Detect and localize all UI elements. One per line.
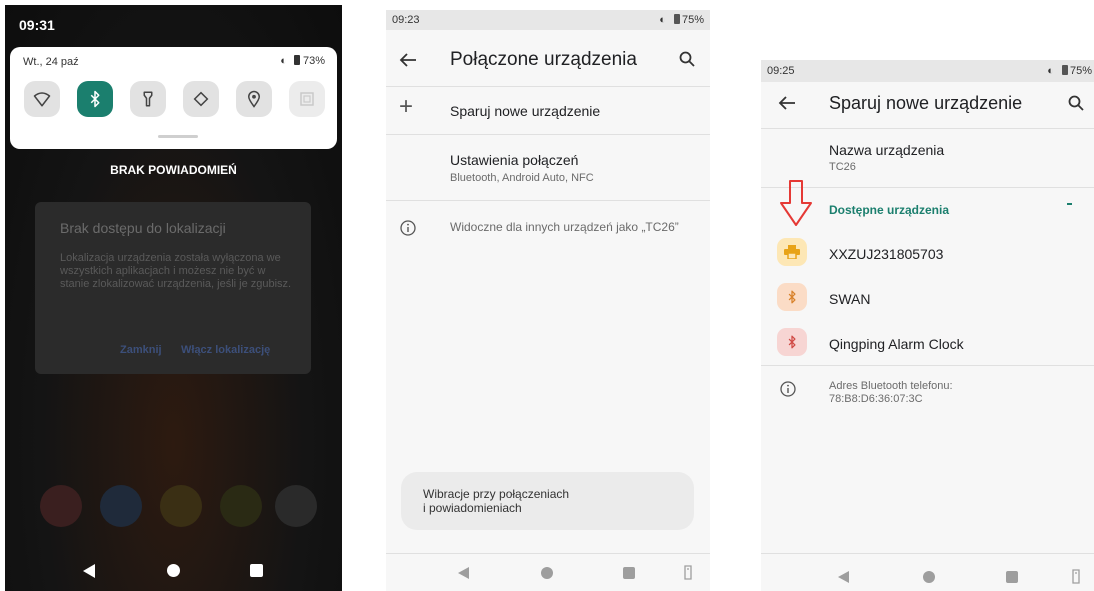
flashlight-tile[interactable] [130, 81, 166, 117]
qs-status: ◐ 73% [280, 55, 325, 67]
vibration-card[interactable]: Wibracje przy połączeniach i powiadomien… [401, 472, 694, 530]
vibrate-icon: ◐ [1047, 65, 1054, 77]
divider [761, 365, 1094, 366]
annotation-arrow-icon [780, 180, 812, 226]
flashlight-icon [143, 91, 153, 107]
enable-location-button[interactable]: Włącz lokalizację [181, 344, 270, 356]
home-icon[interactable] [541, 567, 553, 579]
rotate-icon[interactable] [683, 565, 693, 580]
qr-icon [300, 92, 314, 106]
divider [386, 553, 710, 554]
visible-as-text: Widoczne dla innych urządzeń jako „TC26” [450, 220, 679, 234]
rotate-icon[interactable] [1071, 569, 1081, 584]
messages-app-icon [220, 485, 262, 527]
battery-percent: 75% [1069, 65, 1092, 77]
device-row[interactable]: SWAN [761, 277, 1094, 319]
back-icon[interactable] [837, 570, 850, 584]
recents-icon[interactable] [623, 567, 635, 579]
close-button[interactable]: Zamknij [120, 344, 162, 356]
plus-icon: + [399, 93, 414, 120]
quick-settings-panel: Wt., 24 paź ◐ 73% [10, 47, 337, 149]
page-title: Sparuj nowe urządzenie [829, 93, 1023, 113]
rotate-icon [193, 91, 209, 107]
auto-rotate-tile[interactable] [183, 81, 219, 117]
bt-address: Adres Bluetooth telefonu: 78:B8:D6:36:07… [829, 380, 953, 406]
dialog-title: Brak dostępu do lokalizacji [60, 220, 226, 236]
wifi-icon [33, 92, 51, 107]
location-icon [247, 90, 261, 108]
battery-icon [1061, 65, 1068, 75]
vibration-line-2: i powiadomieniach [423, 501, 522, 515]
status-bar-time: 09:31 [19, 17, 55, 33]
back-arrow-icon[interactable] [399, 52, 417, 68]
drag-handle[interactable] [158, 135, 198, 138]
status-bar-time: 09:25 [767, 65, 795, 77]
device-name: Qingping Alarm Clock [829, 336, 964, 352]
battery-icon [673, 14, 680, 24]
home-icon[interactable] [167, 564, 180, 577]
scanning-progress-indicator [1067, 203, 1072, 205]
camera-app-icon [275, 485, 317, 527]
bt-address-value: 78:B8:D6:36:07:3C [829, 393, 923, 405]
dialog-body: Lokalizacja urządzenia została wyłączona… [60, 252, 292, 290]
device-name: SWAN [829, 291, 871, 307]
phone-screen-notification-shade: 09:31 Wt., 24 paź ◐ 73% BRAK POWIADOMIEŃ [5, 5, 342, 591]
recents-icon[interactable] [250, 564, 263, 577]
phone-screen-connected-devices: 09:23 ◐ 75% Połączone urządzenia + Sparu… [386, 10, 710, 591]
vibrate-icon: ◐ [280, 55, 287, 67]
connection-settings-subtitle: Bluetooth, Android Auto, NFC [450, 172, 594, 184]
nav-bar [5, 550, 342, 591]
home-icon[interactable] [923, 571, 935, 583]
device-name-value: TC26 [829, 161, 856, 173]
search-icon[interactable] [1068, 95, 1084, 111]
phone-screen-pair-new-device: 09:25 ◐ 75% Sparuj nowe urządzenie Nazwa… [761, 60, 1094, 591]
bt-address-label: Adres Bluetooth telefonu: [829, 380, 953, 392]
battery-percent: 75% [681, 14, 704, 26]
recents-icon[interactable] [1006, 571, 1018, 583]
divider [761, 553, 1094, 554]
device-row[interactable]: Qingping Alarm Clock [761, 322, 1094, 364]
vibrate-icon: ◐ [659, 14, 666, 26]
search-icon[interactable] [679, 51, 695, 67]
vibration-card-text: Wibracje przy połączeniach i powiadomien… [423, 487, 569, 515]
connection-settings-title: Ustawienia połączeń [450, 152, 579, 168]
bluetooth-icon [90, 90, 100, 108]
status-bar-right: ◐ 75% [659, 14, 704, 26]
connection-settings-item[interactable]: Ustawienia połączeń Bluetooth, Android A… [386, 135, 710, 200]
device-row[interactable]: XXZUJ231805703 [761, 232, 1094, 274]
status-bar-time: 09:23 [392, 14, 420, 26]
battery-percent: 73% [302, 55, 325, 67]
status-bar: 09:25 ◐ 75% [761, 60, 1094, 82]
back-arrow-icon[interactable] [778, 95, 796, 111]
location-dialog: Brak dostępu do lokalizacji Lokalizacja … [35, 202, 311, 374]
pair-new-device-item[interactable]: + Sparuj nowe urządzenie [386, 87, 710, 135]
bluetooth-icon [777, 283, 807, 311]
phone-app-icon [100, 485, 142, 527]
bluetooth-icon [777, 328, 807, 356]
printer-icon [777, 238, 807, 266]
back-icon[interactable] [457, 566, 470, 580]
info-icon [400, 220, 416, 236]
device-name-label: Nazwa urządzenia [829, 142, 945, 158]
bluetooth-tile[interactable] [77, 81, 113, 117]
location-tile[interactable] [236, 81, 272, 117]
pair-new-device-label: Sparuj nowe urządzenie [450, 103, 601, 119]
back-icon[interactable] [82, 563, 96, 579]
no-notifications-label: BRAK POWIADOMIEŃ [110, 163, 237, 177]
calendar-app-icon [160, 485, 202, 527]
status-bar: 09:23 ◐ 75% [386, 10, 710, 30]
battery-icon [293, 55, 300, 65]
page-title: Połączone urządzenia [450, 49, 637, 70]
status-bar-right: ◐ 75% [1047, 65, 1092, 77]
qr-scanner-tile[interactable] [289, 81, 325, 117]
qs-date[interactable]: Wt., 24 paź [23, 56, 79, 68]
vibration-line-1: Wibracje przy połączeniach [423, 487, 570, 501]
gmail-app-icon [40, 485, 82, 527]
device-name: XXZUJ231805703 [829, 246, 944, 262]
available-devices-header: Dostępne urządzenia [829, 203, 950, 217]
wifi-tile[interactable] [24, 81, 60, 117]
info-icon [780, 381, 796, 397]
divider [386, 200, 710, 201]
